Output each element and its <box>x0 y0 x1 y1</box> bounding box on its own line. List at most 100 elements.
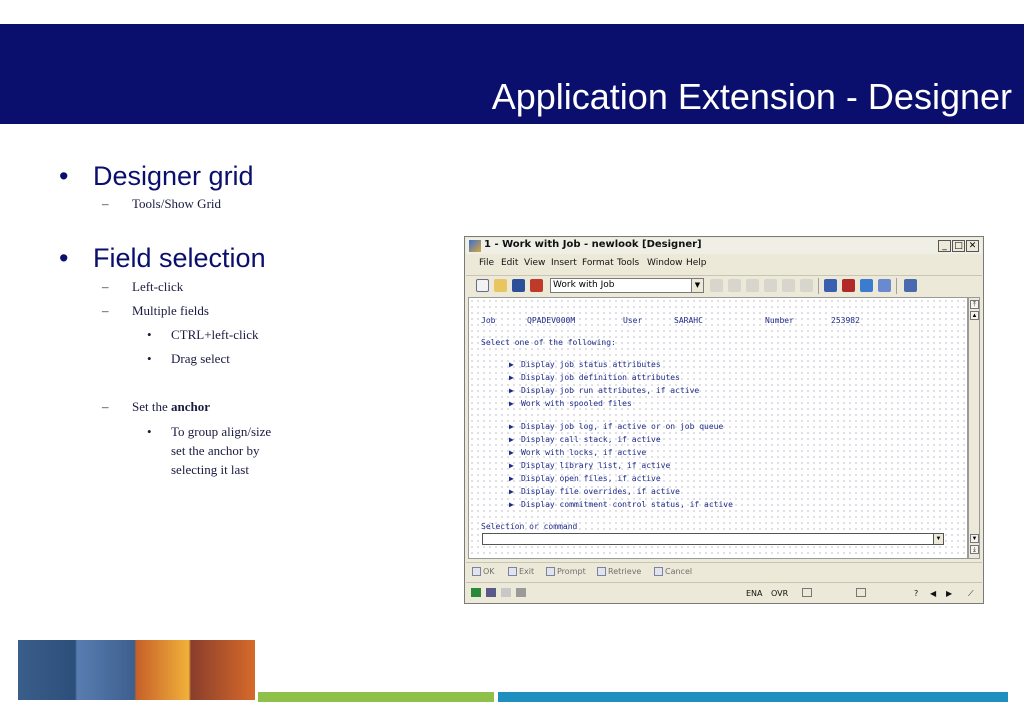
close-button[interactable]: ✕ <box>966 240 979 252</box>
prompt-button[interactable]: Prompt <box>546 567 586 576</box>
connection-icon <box>471 588 481 597</box>
cursor-position-icon <box>802 588 812 597</box>
chevron-down-icon[interactable]: ▼ <box>691 279 703 292</box>
bullet-marker: • <box>59 161 69 191</box>
screen-size-icon <box>856 588 866 597</box>
command-input[interactable]: ▼ <box>482 533 944 545</box>
save-icon[interactable] <box>512 279 525 292</box>
screen-selector[interactable]: Work with Job ▼ <box>550 278 704 293</box>
select-prompt: Select one of the following: <box>481 338 616 347</box>
user-label: User <box>623 316 643 325</box>
properties-icon[interactable] <box>824 279 837 292</box>
option-item[interactable]: Display library list, if active <box>521 461 670 470</box>
group-anchor-line-2: set the anchor by <box>171 443 260 458</box>
image-icon[interactable] <box>878 279 891 292</box>
status-ovr: OVR <box>771 589 789 598</box>
redo-icon[interactable] <box>728 279 741 292</box>
option-item[interactable]: Display commitment control status, if ac… <box>521 500 733 509</box>
undo-icon[interactable] <box>710 279 723 292</box>
menu-edit[interactable]: Edit <box>501 258 518 268</box>
menu-view[interactable]: View <box>524 258 545 268</box>
next-icon[interactable]: ▶ <box>946 589 952 598</box>
sub-sub-bullet-label: CTRL+left-click <box>171 327 259 342</box>
menu-help[interactable]: Help <box>686 258 707 268</box>
slide-title: Application Extension - Designer <box>491 76 1012 117</box>
option-marker: ▶ <box>509 360 514 369</box>
bullet-field-selection: • Field selection <box>59 243 266 274</box>
window-titlebar[interactable]: 1 - Work with Job - newlook [Designer] _… <box>466 238 982 254</box>
vertical-scrollbar[interactable]: ⤒ ▲ ▼ ⤓ <box>968 297 980 559</box>
user-value[interactable]: SARAHC <box>674 316 703 325</box>
option-marker: ▶ <box>509 448 514 457</box>
toolbar: Work with Job ▼ <box>466 275 982 295</box>
disconnect-icon[interactable] <box>516 588 526 597</box>
eraser-icon[interactable] <box>800 279 813 292</box>
cut-icon[interactable] <box>746 279 759 292</box>
ok-button[interactable]: OK <box>472 567 495 576</box>
option-item[interactable]: Display job definition attributes <box>521 373 680 382</box>
bullet-designer-grid: • Designer grid <box>59 161 254 192</box>
option-marker: ▶ <box>509 474 514 483</box>
bullet-marker: • <box>147 424 152 439</box>
option-marker: ▶ <box>509 386 514 395</box>
sub-sub-bullet-ctrl-click: • CTRL+left-click <box>147 325 259 344</box>
cancel-button[interactable]: Cancel <box>654 567 692 576</box>
dash-marker: – <box>102 196 109 211</box>
cancel-label: Cancel <box>665 567 693 576</box>
option-item[interactable]: Display job log, if active or on job que… <box>521 422 723 431</box>
paste-icon[interactable] <box>782 279 795 292</box>
scroll-top-icon[interactable]: ⤒ <box>970 300 979 309</box>
field-icon[interactable] <box>842 279 855 292</box>
chevron-down-icon[interactable]: ▼ <box>933 534 943 544</box>
option-item[interactable]: Display job status attributes <box>521 360 661 369</box>
deploy-icon[interactable] <box>904 279 917 292</box>
menu-tools[interactable]: Tools <box>617 258 639 268</box>
option-item[interactable]: Display job run attributes, if active <box>521 386 699 395</box>
bullet-designer-grid-label: Designer grid <box>93 161 254 191</box>
panel-icon[interactable] <box>860 279 873 292</box>
new-icon[interactable] <box>476 279 489 292</box>
option-marker: ▶ <box>509 461 514 470</box>
status-ena: ENA <box>746 589 763 598</box>
retrieve-button[interactable]: Retrieve <box>597 567 641 576</box>
previous-icon[interactable]: ◀ <box>930 589 936 598</box>
sub-bullet-label: Tools/Show Grid <box>132 196 222 211</box>
job-value[interactable]: QPADEV000M <box>527 316 575 325</box>
option-item[interactable]: Display open files, if active <box>521 474 661 483</box>
option-item[interactable]: Display file overrides, if active <box>521 487 680 496</box>
exit-button[interactable]: Exit <box>508 567 534 576</box>
option-marker: ▶ <box>509 435 514 444</box>
mail-icon[interactable] <box>501 588 511 597</box>
option-item[interactable]: Work with locks, if active <box>521 448 646 457</box>
designer-grid-canvas[interactable]: Job QPADEV000M User SARAHC Number 253982… <box>468 297 968 559</box>
maximize-button[interactable]: □ <box>952 240 965 252</box>
f3-key-icon <box>508 567 517 576</box>
scroll-up-icon[interactable]: ▲ <box>970 311 979 320</box>
bullet-list: • Designer grid – Tools/Show Grid • Fiel… <box>0 0 440 600</box>
option-marker: ▶ <box>509 500 514 509</box>
number-label: Number <box>765 316 794 325</box>
option-item[interactable]: Display call stack, if active <box>521 435 661 444</box>
menu-window[interactable]: Window <box>647 258 683 268</box>
exit-label: Exit <box>519 567 535 576</box>
menu-bar: File Edit View Insert Format Tools Windo… <box>466 255 982 273</box>
scroll-bottom-icon[interactable]: ⤓ <box>970 545 979 554</box>
number-value[interactable]: 253982 <box>831 316 860 325</box>
run-icon[interactable] <box>530 279 543 292</box>
help-indicator[interactable]: ? <box>914 589 918 598</box>
open-folder-icon[interactable] <box>494 279 507 292</box>
scroll-down-icon[interactable]: ▼ <box>970 534 979 543</box>
resize-grip-icon[interactable]: ⟋ <box>968 589 974 599</box>
printer-icon[interactable] <box>486 588 496 597</box>
menu-format[interactable]: Format <box>582 258 614 268</box>
command-label: Selection or command <box>481 522 578 531</box>
status-bar: ENA OVR ? ◀ ▶ ⟋ <box>466 582 982 602</box>
menu-file[interactable]: File <box>479 258 494 268</box>
bullet-marker: • <box>147 327 152 342</box>
option-item[interactable]: Work with spooled files <box>521 399 632 408</box>
copy-icon[interactable] <box>764 279 777 292</box>
toolbar-separator <box>896 278 897 294</box>
minimize-button[interactable]: _ <box>938 240 951 252</box>
function-key-bar: OK Exit Prompt Retrieve Cancel <box>466 562 982 580</box>
menu-insert[interactable]: Insert <box>551 258 577 268</box>
